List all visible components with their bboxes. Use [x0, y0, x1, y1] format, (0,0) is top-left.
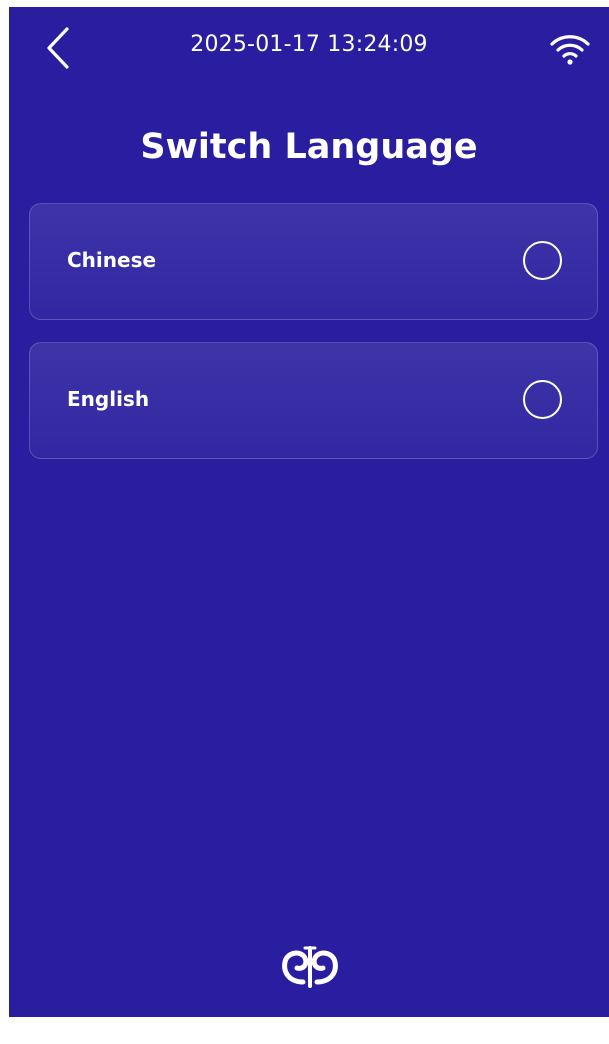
datetime-display: 2025-01-17 13:24:09: [190, 32, 428, 57]
top-bar: 2025-01-17 13:24:09: [9, 7, 609, 87]
language-screen: 2025-01-17 13:24:09 Switch Language Chin…: [9, 7, 609, 1017]
wifi-status: [549, 27, 591, 69]
wifi-icon: [550, 35, 590, 65]
language-option-chinese[interactable]: Chinese: [29, 203, 598, 320]
page-title: Switch Language: [140, 127, 478, 167]
language-label: English: [67, 387, 150, 411]
radio-chinese[interactable]: [523, 241, 562, 280]
language-option-english[interactable]: English: [29, 342, 598, 459]
radio-english[interactable]: [523, 380, 562, 419]
brand-logo: [279, 942, 341, 988]
brand-logo-icon: [282, 946, 338, 988]
language-label: Chinese: [67, 248, 157, 272]
